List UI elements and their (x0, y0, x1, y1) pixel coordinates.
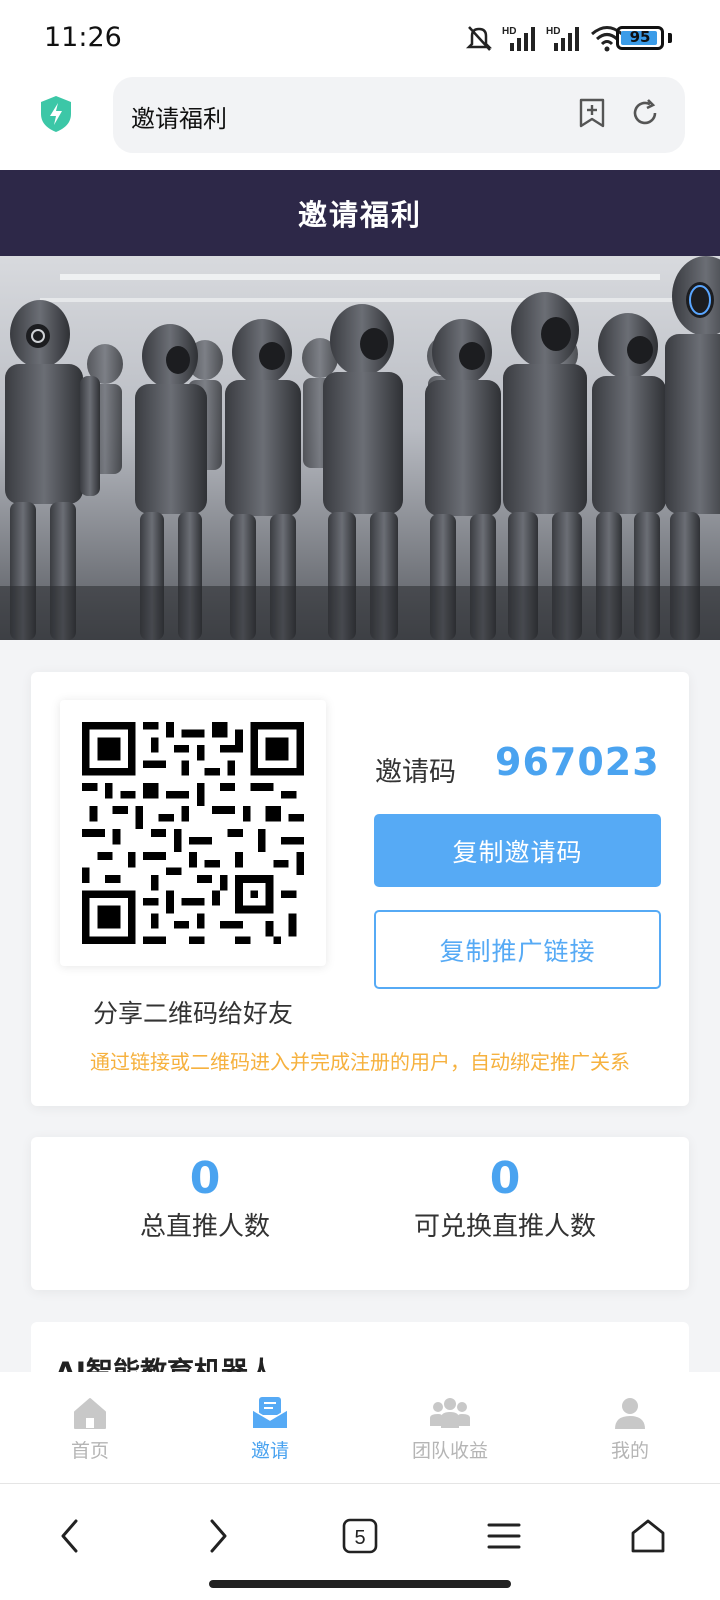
copy-promo-link-button[interactable]: 复制推广链接 (374, 910, 661, 989)
tab-invite[interactable]: 邀请 (180, 1372, 360, 1484)
address-bar[interactable]: 邀请福利 (113, 77, 685, 153)
qr-code-image (82, 722, 304, 944)
copy-invite-code-button[interactable]: 复制邀请码 (374, 814, 661, 887)
battery-icon: 95 (616, 26, 664, 50)
bottom-tab-bar: 首页 邀请 团队收益 我的 (0, 1372, 720, 1484)
tab-label: 首页 (70, 1440, 109, 1462)
invite-card: 分享二维码给好友 邀请码 967023 复制邀请码 复制推广链接 通过链接或二维… (31, 672, 689, 1106)
status-time: 11:26 (44, 22, 122, 53)
tab-home[interactable]: 首页 (0, 1372, 180, 1484)
stat-label: 总直推人数 (139, 1212, 270, 1242)
stats-card: 0 总直推人数 0 可兑换直推人数 (31, 1137, 689, 1290)
back-icon[interactable] (40, 1506, 100, 1566)
reload-icon[interactable] (629, 97, 661, 133)
page-title: 邀请福利 (297, 198, 422, 232)
qr-caption: 分享二维码给好友 (92, 999, 293, 1028)
tab-label: 邀请 (250, 1440, 289, 1462)
invite-mail-icon (252, 1397, 288, 1428)
home-indicator[interactable] (209, 1580, 511, 1588)
home-icon (74, 1398, 106, 1429)
menu-icon[interactable] (474, 1506, 534, 1566)
forward-icon[interactable] (188, 1506, 248, 1566)
tab-team-earnings[interactable]: 团队收益 (360, 1372, 540, 1484)
bell-muted-icon (465, 26, 493, 51)
stat-total-direct: 0 总直推人数 (55, 1137, 355, 1243)
stat-value: 0 (189, 1153, 221, 1204)
status-bar: 11:26 HD HD 95 (0, 0, 720, 74)
stat-value: 0 (489, 1153, 521, 1204)
banner-image (0, 256, 720, 640)
home-icon[interactable] (618, 1506, 678, 1566)
system-navigation: 5 (0, 1484, 720, 1600)
shield-bolt-icon[interactable] (38, 94, 74, 138)
svg-text:HD: HD (546, 26, 560, 37)
tab-mine[interactable]: 我的 (540, 1372, 720, 1484)
tab-label: 团队收益 (411, 1440, 488, 1462)
invite-code-value: 967023 (495, 740, 660, 784)
browser-toolbar: 邀请福利 (0, 74, 720, 170)
svg-text:HD: HD (502, 26, 516, 37)
team-icon (430, 1398, 470, 1428)
signal-icon: HD (546, 26, 579, 51)
user-icon (615, 1398, 645, 1429)
stat-label: 可兑换直推人数 (413, 1212, 596, 1242)
invite-note: 通过链接或二维码进入并完成注册的用户，自动绑定推广关系 (90, 1050, 630, 1074)
status-icons: HD HD (464, 20, 624, 56)
stat-redeemable-direct: 0 可兑换直推人数 (355, 1137, 655, 1243)
qr-code[interactable] (60, 700, 326, 966)
signal-icon: HD (502, 26, 535, 51)
bookmark-add-icon[interactable] (577, 97, 607, 133)
tab-count: 5 (354, 1527, 365, 1549)
page-header: 邀请福利 (0, 170, 720, 256)
battery-level: 95 (629, 28, 651, 46)
tabs-icon[interactable]: 5 (330, 1506, 390, 1566)
tab-label: 我的 (610, 1440, 649, 1462)
address-text: 邀请福利 (131, 105, 227, 133)
invite-code-label: 邀请码 (375, 757, 456, 788)
